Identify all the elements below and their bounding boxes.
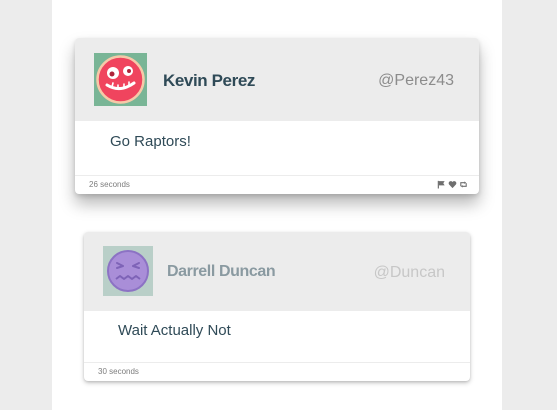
tweet-actions [437, 180, 468, 189]
retweet-icon[interactable] [459, 180, 468, 189]
tweet-message: Wait Actually Not [118, 322, 231, 339]
user-handle[interactable]: @Duncan [374, 264, 445, 282]
timestamp: 26 seconds [89, 180, 130, 189]
tweet-footer: 30 seconds [84, 362, 470, 381]
tweet-card[interactable]: Darrell Duncan @Duncan Wait Actually Not… [84, 232, 470, 381]
avatar[interactable] [103, 246, 153, 296]
tweet-footer: 26 seconds [75, 175, 479, 194]
user-name[interactable]: Kevin Perez [163, 71, 255, 91]
tweet-card[interactable]: Kevin Perez @Perez43 Go Raptors! 26 seco… [75, 38, 479, 194]
tweet-header: Kevin Perez @Perez43 [75, 38, 479, 121]
timestamp: 30 seconds [98, 367, 139, 376]
tweet-header: Darrell Duncan @Duncan [84, 232, 470, 311]
user-name[interactable]: Darrell Duncan [167, 263, 276, 281]
heart-icon[interactable] [448, 180, 457, 189]
avatar[interactable] [94, 53, 147, 106]
tweet-message: Go Raptors! [110, 133, 191, 150]
zany-face-icon [96, 55, 145, 104]
grimace-face-icon [107, 250, 149, 292]
user-handle[interactable]: @Perez43 [378, 72, 454, 90]
flag-icon[interactable] [437, 180, 446, 189]
